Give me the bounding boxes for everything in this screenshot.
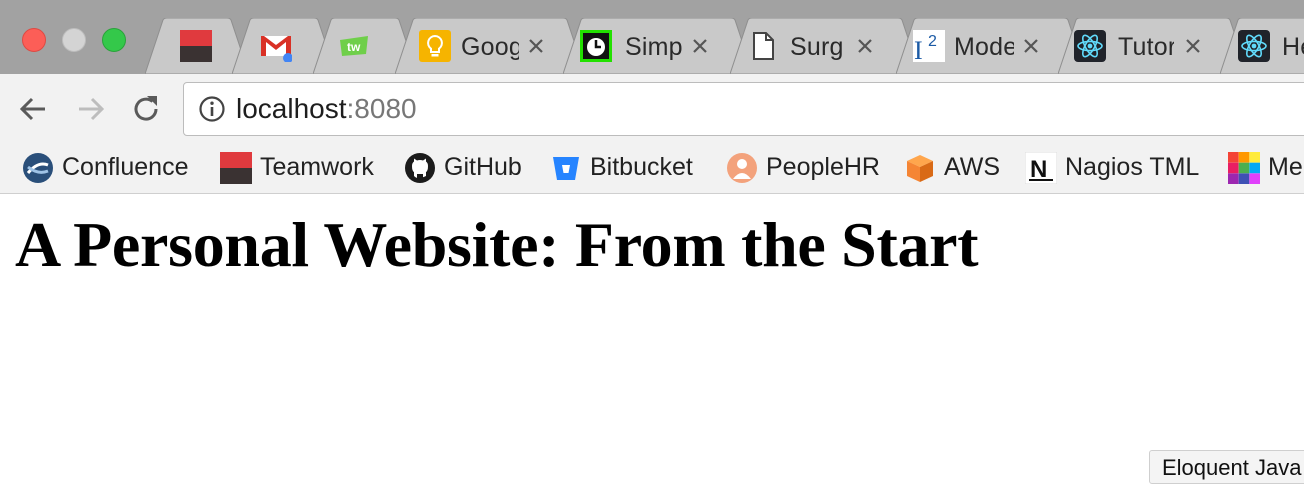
- react-icon: [1238, 30, 1270, 62]
- clock-icon: [580, 30, 612, 62]
- svg-text:tw: tw: [347, 40, 361, 54]
- confluence-icon: [23, 153, 53, 183]
- url-port: :8080: [346, 93, 417, 124]
- react-icon: [1074, 30, 1106, 62]
- grid-icon: [1228, 152, 1260, 184]
- address-bar[interactable]: localhost:8080: [183, 82, 1304, 136]
- teamwork-icon: [220, 152, 252, 184]
- teamwork-icon: [180, 30, 212, 62]
- bookmark-label: AWS: [944, 153, 1001, 181]
- bookmark-label: PeopleHR: [766, 153, 880, 181]
- bookmarks-bar: Confluence Teamwork GitHub Bitbucket Peo…: [0, 142, 1304, 194]
- tab-title: Mode: [954, 33, 1014, 61]
- status-bubble: Eloquent Java: [1149, 450, 1304, 484]
- svg-text:I: I: [914, 36, 923, 62]
- url-host: localhost: [236, 93, 347, 124]
- document-icon: [753, 32, 774, 60]
- bitbucket-icon: [553, 157, 579, 180]
- close-icon[interactable]: [854, 35, 876, 57]
- tab-google-keep[interactable]: Goog: [395, 18, 585, 74]
- nagios-icon: N: [1025, 152, 1057, 184]
- bookmark-label: Confluence: [62, 153, 189, 181]
- tab-title: Simp: [625, 33, 683, 61]
- tab-he[interactable]: He: [1220, 18, 1304, 74]
- bookmark-label: Me: [1268, 153, 1303, 181]
- tab-title: Surg: [790, 33, 844, 61]
- window-maximize-button[interactable]: [102, 28, 126, 52]
- close-icon[interactable]: [525, 35, 547, 57]
- bookmark-label: Nagios TML: [1065, 153, 1200, 181]
- gmail-icon: [261, 36, 292, 62]
- tab-surge[interactable]: Surg: [730, 18, 920, 74]
- tw-icon: tw: [340, 36, 368, 56]
- tab-simple[interactable]: Simp: [563, 18, 753, 74]
- aws-icon: [907, 155, 933, 182]
- browser-toolbar: localhost:8080: [0, 74, 1304, 142]
- info-icon[interactable]: [198, 95, 226, 123]
- status-bubble-text: Eloquent Java: [1162, 455, 1302, 480]
- back-arrow-icon[interactable]: [17, 92, 51, 126]
- tab-title: Tutor: [1118, 33, 1174, 61]
- bookmark-label: GitHub: [444, 153, 522, 181]
- reload-icon[interactable]: [129, 92, 163, 126]
- page-heading: A Personal Website: From the Start: [15, 209, 979, 280]
- tab-title: He: [1282, 33, 1304, 61]
- window-close-button[interactable]: [22, 28, 46, 52]
- bookmark-label: Teamwork: [260, 153, 374, 181]
- svg-text:N: N: [1030, 156, 1047, 183]
- forward-arrow-icon[interactable]: [73, 92, 107, 126]
- i-squared-icon: I 2: [913, 30, 945, 62]
- bookmark-label: Bitbucket: [590, 153, 693, 181]
- window-minimize-button[interactable]: [62, 28, 86, 52]
- url-text: localhost:8080: [236, 93, 417, 125]
- svg-text:2: 2: [928, 33, 937, 50]
- tab-title: Goog: [461, 33, 519, 61]
- close-icon[interactable]: [689, 35, 711, 57]
- github-icon: [405, 153, 435, 183]
- lightbulb-icon: [419, 30, 451, 62]
- close-icon[interactable]: [1020, 35, 1042, 57]
- peoplehr-icon: [727, 153, 757, 183]
- close-icon[interactable]: [1182, 35, 1204, 57]
- tab-strip: tw Goog Simp Surg I 2 Mode Tutor H: [0, 0, 1304, 75]
- page-content: A Personal Website: From the Start: [0, 194, 1304, 476]
